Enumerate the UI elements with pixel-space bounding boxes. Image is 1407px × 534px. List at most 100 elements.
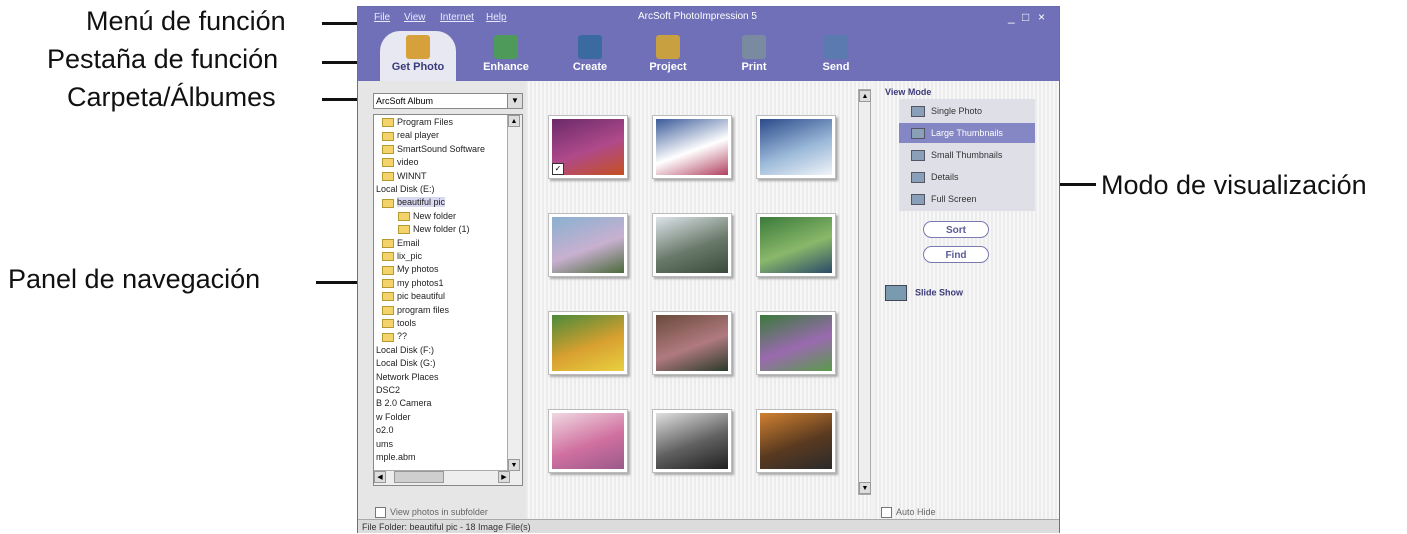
tree-item[interactable]: SmartSound Software — [382, 144, 485, 154]
photo-thumbnail[interactable] — [548, 409, 628, 473]
autohide-checkbox[interactable]: Auto Hide — [881, 507, 936, 519]
scroll-right-button[interactable]: ▶ — [498, 471, 510, 483]
tree-item[interactable]: New folder (1) — [398, 224, 470, 235]
annotation-nav-panel: Panel de navegación — [8, 264, 261, 294]
photo-thumbnail[interactable] — [756, 115, 836, 179]
tree-item-label: Email — [397, 237, 420, 248]
status-bar: File Folder: beautiful pic - 18 Image Fi… — [358, 519, 1059, 533]
scroll-thumb[interactable] — [394, 471, 444, 483]
photo-image — [552, 217, 624, 273]
photo-thumbnail[interactable] — [652, 311, 732, 375]
tree-item[interactable]: Program Files — [382, 117, 454, 128]
folder-icon — [382, 118, 394, 128]
tree-item-label: video — [397, 157, 419, 168]
tree-item[interactable]: my photos1 — [382, 278, 444, 288]
album-select[interactable]: ArcSoft Album ▼ — [373, 93, 523, 109]
checkbox-icon[interactable] — [375, 507, 386, 519]
tree-item-label: SmartSound Software — [397, 143, 486, 154]
photo-thumbnail[interactable] — [652, 409, 732, 473]
sort-button[interactable]: Sort — [923, 221, 989, 238]
tab-enhance[interactable]: Enhance — [468, 31, 544, 81]
menu-internet[interactable]: Internet — [440, 12, 474, 23]
find-button[interactable]: Find — [923, 246, 989, 263]
view-mode-label: Details — [931, 172, 959, 182]
folder-icon — [382, 305, 394, 315]
photo-thumbnail[interactable] — [756, 409, 836, 473]
photo-image — [760, 217, 832, 273]
annotation-menu: Menú de función — [86, 6, 286, 36]
thumbnail-grid: ✓ — [526, 81, 871, 519]
tree-item[interactable]: program files — [382, 305, 449, 315]
chevron-down-icon[interactable]: ▼ — [507, 94, 522, 108]
tab-create[interactable]: Create — [552, 31, 628, 81]
photo-thumbnail[interactable]: ✓ — [548, 115, 628, 179]
tree-item-label: beautiful pic — [397, 197, 446, 208]
tab-print[interactable]: Print — [716, 31, 792, 81]
photo-thumbnail[interactable] — [548, 213, 628, 277]
create-icon — [578, 35, 602, 59]
photo-thumbnail[interactable] — [756, 213, 836, 277]
subfolder-checkbox[interactable]: View photos in subfolder — [375, 507, 488, 519]
menu-file[interactable]: File — [374, 12, 390, 23]
view-single-photo[interactable]: Single Photo — [899, 101, 1035, 121]
scroll-left-button[interactable]: ◀ — [374, 471, 386, 483]
tree-item[interactable]: real player — [382, 130, 439, 141]
folder-tree[interactable]: Program Files real player SmartSound Softw… — [373, 114, 523, 486]
tree-item[interactable]: video — [382, 157, 419, 168]
slideshow-button[interactable]: Slide Show — [885, 285, 963, 301]
photo-thumbnail[interactable] — [652, 115, 732, 179]
view-large-thumbnails[interactable]: Large Thumbnails — [899, 123, 1035, 143]
tree-item[interactable]: Email — [382, 238, 420, 248]
tree-item[interactable]: Local Disk (F:) — [376, 345, 434, 355]
tree-item[interactable]: New folder — [398, 211, 456, 221]
enhance-icon — [494, 35, 518, 59]
tree-item[interactable]: mple.abm — [376, 452, 416, 462]
menu-help[interactable]: Help — [486, 12, 507, 23]
tree-item[interactable]: beautiful pic — [382, 197, 446, 208]
photo-image — [552, 315, 624, 371]
scroll-up-button[interactable]: ▲ — [859, 90, 871, 102]
tree-horizontal-scrollbar[interactable]: ◀ ▶ — [374, 470, 510, 485]
scroll-down-button[interactable]: ▼ — [859, 482, 871, 494]
maximize-button[interactable]: □ — [1022, 10, 1029, 24]
tree-item[interactable]: o2.0 — [376, 425, 394, 435]
photo-thumbnail[interactable] — [548, 311, 628, 375]
view-small-thumbnails[interactable]: Small Thumbnails — [899, 145, 1035, 165]
scroll-up-button[interactable]: ▲ — [508, 115, 520, 127]
tab-project[interactable]: Project — [630, 31, 706, 81]
tree-item-label: Network Places — [376, 371, 439, 382]
folder-icon — [382, 158, 394, 168]
close-button[interactable]: × — [1038, 10, 1045, 24]
tree-item[interactable]: lix_pic — [382, 251, 422, 262]
tree-item[interactable]: tools — [382, 318, 416, 329]
thumbnail-scrollbar[interactable]: ▲ ▼ — [858, 89, 871, 495]
tree-item[interactable]: pic beautiful — [382, 291, 445, 302]
folder-icon — [382, 131, 394, 141]
tree-item[interactable]: DSC2 — [376, 385, 400, 395]
tab-get-photo[interactable]: Get Photo — [380, 31, 456, 81]
view-details[interactable]: Details — [899, 167, 1035, 187]
view-mode-panel: View Mode Single Photo Large Thumbnails … — [875, 81, 1059, 519]
minimize-button[interactable]: _ — [1008, 10, 1015, 24]
menu-view[interactable]: View — [404, 12, 426, 23]
tree-item[interactable]: Local Disk (E:) — [376, 184, 435, 194]
view-mode-title: View Mode — [885, 87, 932, 97]
tree-item[interactable]: ums — [376, 439, 393, 449]
tree-item-label: Program Files — [397, 117, 454, 127]
tree-item[interactable]: Network Places — [376, 372, 439, 382]
tree-item[interactable]: w Folder — [376, 412, 411, 422]
tab-label: Get Photo — [391, 61, 445, 73]
view-full-screen[interactable]: Full Screen — [899, 189, 1035, 209]
tab-send[interactable]: Send — [798, 31, 874, 81]
photo-thumbnail[interactable] — [652, 213, 732, 277]
tree-item[interactable]: WINNT — [382, 171, 427, 181]
single-photo-icon — [911, 106, 925, 118]
tree-item[interactable]: B 2.0 Camera — [376, 398, 432, 408]
checkbox-icon[interactable] — [881, 507, 892, 519]
annotation-albums: Carpeta/Álbumes — [67, 82, 276, 112]
tree-item[interactable]: Local Disk (G:) — [376, 358, 436, 368]
tree-vertical-scrollbar[interactable]: ▲ ▼ — [507, 115, 522, 485]
tree-item[interactable]: My photos — [382, 264, 439, 275]
photo-thumbnail[interactable] — [756, 311, 836, 375]
tree-item[interactable]: ?? — [382, 331, 407, 342]
